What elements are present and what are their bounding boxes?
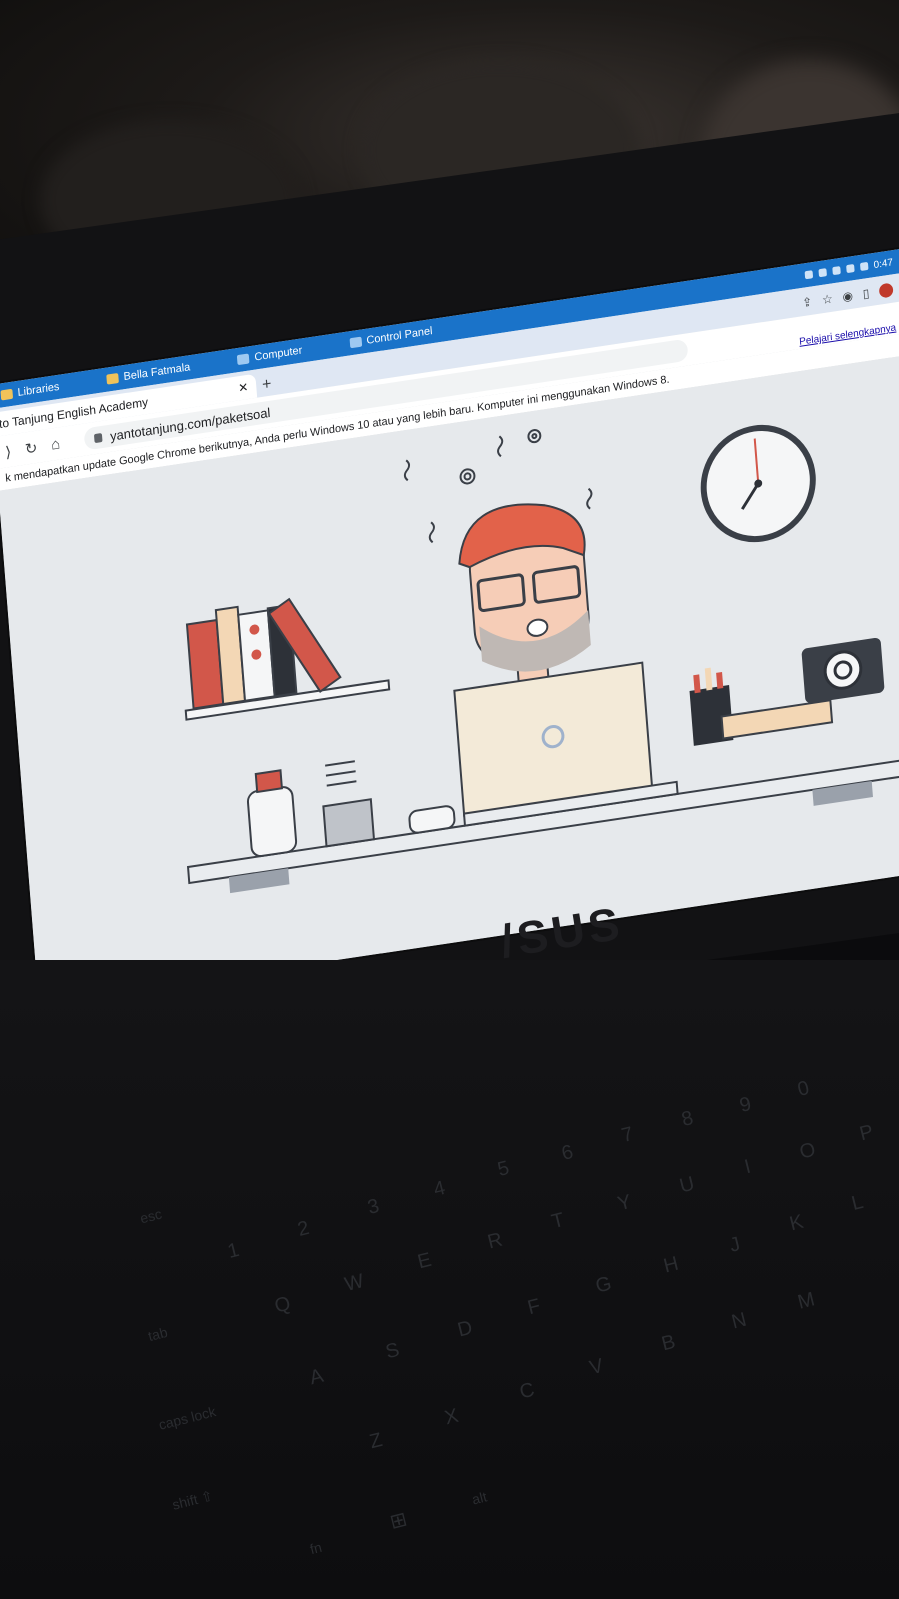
new-tab-button[interactable]: + (262, 375, 273, 394)
bottle (246, 769, 298, 858)
keyboard-deck (0, 960, 899, 1599)
network-icon[interactable] (859, 261, 869, 272)
bookshelf (184, 597, 391, 721)
taskbar-item-libraries[interactable]: Libraries (0, 381, 60, 402)
clock[interactable]: 0:47 (873, 257, 893, 271)
volume-icon[interactable] (845, 264, 855, 274)
folder-icon (0, 388, 14, 401)
back-icon[interactable]: ⟩ (5, 443, 12, 462)
home-icon[interactable]: ⌂ (51, 435, 61, 454)
computer-icon (237, 353, 250, 366)
tray-icon[interactable] (804, 270, 813, 280)
nav-buttons: ⟩ ↻ ⌂ (5, 435, 61, 461)
profile-avatar[interactable] (878, 282, 894, 299)
desk-items (689, 637, 885, 746)
close-icon[interactable]: ✕ (238, 380, 249, 395)
control-panel-icon (349, 336, 362, 349)
coffee-mug (322, 760, 376, 848)
extension-icon[interactable]: ◉ (842, 288, 853, 304)
tray-icon[interactable] (831, 266, 841, 276)
reload-icon[interactable]: ↻ (24, 439, 38, 459)
star-icon[interactable]: ☆ (821, 292, 833, 308)
wall-clock (700, 424, 816, 543)
sidebar-icon[interactable]: ▯ (862, 286, 870, 301)
share-icon[interactable]: ⇪ (802, 295, 813, 310)
tray-icon[interactable] (817, 268, 827, 278)
lock-icon (93, 432, 103, 443)
laptop-screen: Libraries Bella Fatmala Computer Control… (0, 249, 899, 1005)
user-folder-icon (106, 372, 120, 385)
